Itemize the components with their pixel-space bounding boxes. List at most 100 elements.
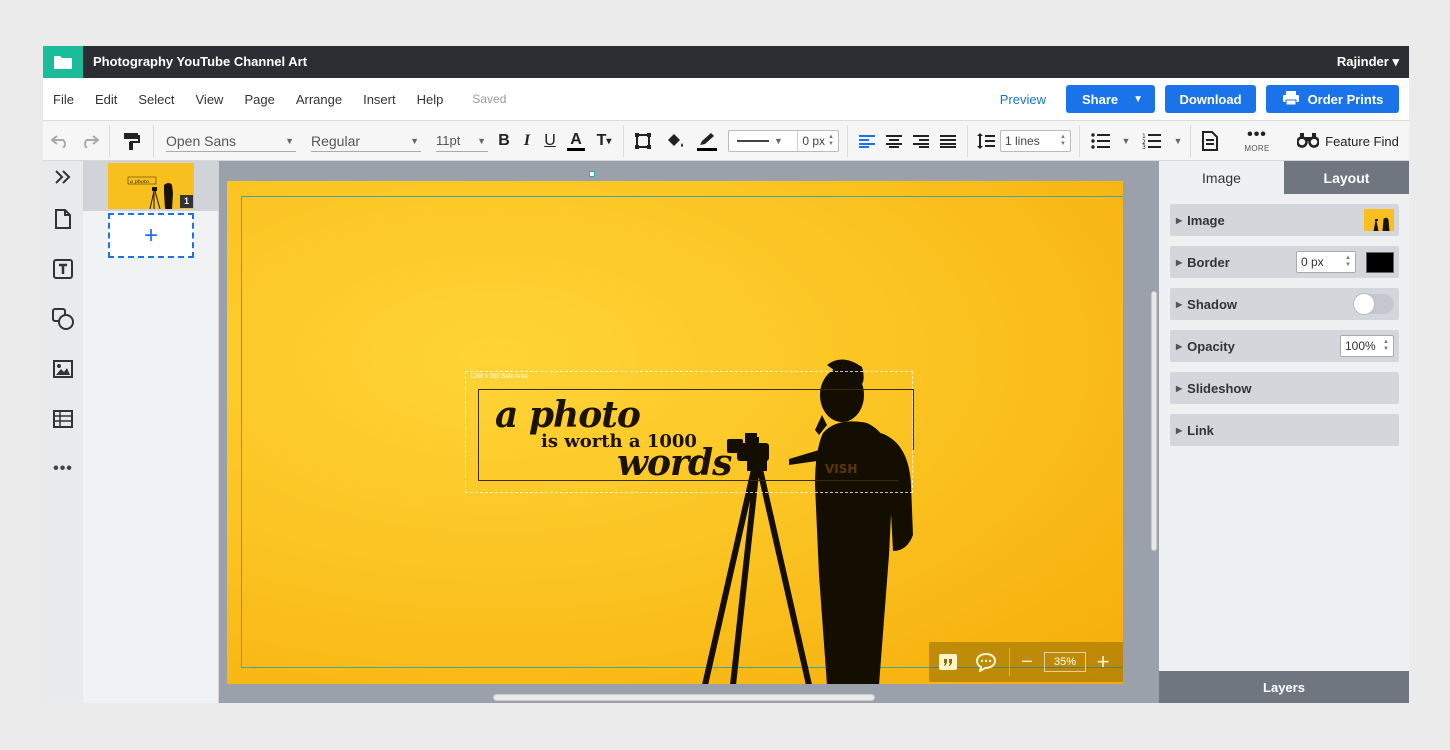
opacity-field-value: 100% bbox=[1345, 339, 1376, 353]
slideshow-section-label: Slideshow bbox=[1187, 380, 1252, 396]
border-width-field[interactable]: 0 px ▲ ▼ bbox=[1296, 251, 1356, 273]
border-width-input[interactable]: 0 px ▲ ▼ bbox=[797, 131, 838, 151]
feature-find-button[interactable]: Feature Find bbox=[1295, 121, 1401, 161]
image-thumbnail[interactable] bbox=[1364, 209, 1394, 231]
bullet-list-icon[interactable] bbox=[1089, 121, 1113, 161]
stepper-icon[interactable]: ▲ ▼ bbox=[1383, 339, 1389, 353]
border-section[interactable]: ▶ Border 0 px ▲ ▼ bbox=[1170, 246, 1399, 278]
save-status: Saved bbox=[472, 92, 507, 106]
table-icon[interactable] bbox=[51, 407, 75, 431]
stepper-icon[interactable]: ▲ ▼ bbox=[1345, 255, 1351, 269]
chevron-down-icon: ▼ bbox=[477, 135, 486, 146]
numbered-list-icon[interactable]: 123 bbox=[1140, 121, 1164, 161]
add-page-button[interactable]: + bbox=[108, 213, 194, 258]
underline-icon[interactable]: U bbox=[541, 121, 559, 161]
stepper-icon[interactable]: ▲ ▼ bbox=[1060, 134, 1066, 148]
text-color-label: A bbox=[570, 130, 582, 148]
image-section[interactable]: ▶ Image bbox=[1170, 204, 1399, 236]
vertical-scrollbar[interactable] bbox=[1151, 291, 1157, 551]
opacity-field[interactable]: 100% ▲ ▼ bbox=[1340, 335, 1394, 357]
stroke-color-icon[interactable] bbox=[694, 121, 720, 161]
align-left-icon[interactable] bbox=[856, 121, 878, 161]
menu-page[interactable]: Page bbox=[244, 92, 274, 107]
tab-image[interactable]: Image bbox=[1159, 161, 1284, 194]
horizontal-scrollbar[interactable] bbox=[493, 694, 875, 701]
share-button[interactable]: Share ▼ bbox=[1066, 85, 1155, 113]
quote-icon[interactable] bbox=[929, 642, 967, 682]
shapes-icon[interactable] bbox=[51, 307, 75, 331]
align-center-icon[interactable] bbox=[883, 121, 905, 161]
comment-icon[interactable] bbox=[967, 642, 1005, 682]
folder-icon[interactable] bbox=[43, 46, 83, 78]
fill-color-icon[interactable] bbox=[662, 121, 688, 161]
font-size-select[interactable]: 11pt ▼ bbox=[436, 130, 488, 152]
page-icon[interactable] bbox=[51, 207, 75, 231]
chevron-right-icon: ▶ bbox=[1176, 299, 1183, 309]
more-icon[interactable]: ••• bbox=[51, 457, 75, 481]
image-section-label: Image bbox=[1187, 212, 1225, 228]
font-weight-select[interactable]: Regular ▼ bbox=[311, 130, 421, 152]
shadow-section-label: Shadow bbox=[1187, 296, 1237, 312]
line-spacing-input[interactable]: 1 lines ▲ ▼ bbox=[1000, 130, 1071, 152]
redo-icon[interactable] bbox=[79, 121, 101, 161]
shadow-toggle[interactable] bbox=[1353, 293, 1394, 315]
image-icon[interactable] bbox=[51, 357, 75, 381]
border-style-control[interactable]: ▼ 0 px ▲ ▼ bbox=[728, 130, 839, 152]
chevron-right-icon: ▶ bbox=[1176, 383, 1183, 393]
chevron-down-icon[interactable]: ▼ bbox=[1172, 121, 1184, 161]
menu-edit[interactable]: Edit bbox=[95, 92, 117, 107]
menu-help[interactable]: Help bbox=[417, 92, 444, 107]
headline-text-frame[interactable]: a photo is worth a 1000 words bbox=[478, 389, 914, 484]
resize-handle[interactable] bbox=[589, 171, 595, 177]
user-menu[interactable]: Rajinder ▾ bbox=[1337, 46, 1399, 78]
document-title[interactable]: Photography YouTube Channel Art bbox=[93, 46, 307, 78]
border-color-swatch[interactable] bbox=[1366, 251, 1394, 273]
text-icon[interactable] bbox=[51, 257, 75, 281]
align-right-icon[interactable] bbox=[910, 121, 932, 161]
slideshow-section[interactable]: ▶ Slideshow bbox=[1170, 372, 1399, 404]
preview-link[interactable]: Preview bbox=[1000, 92, 1046, 107]
menu-file[interactable]: File bbox=[53, 92, 74, 107]
opacity-section-label: Opacity bbox=[1187, 338, 1235, 354]
chevron-down-icon[interactable]: ▼ bbox=[1120, 121, 1132, 161]
more-icon[interactable]: ••• MORE bbox=[1239, 121, 1275, 161]
zoom-level[interactable]: 35% bbox=[1044, 652, 1086, 672]
menu-view[interactable]: View bbox=[196, 92, 224, 107]
artboard[interactable]: VISH 1280 x 350 Safe Area a photo is wor… bbox=[227, 181, 1123, 684]
pages-panel: a photo 1 + bbox=[83, 161, 219, 703]
order-prints-button[interactable]: Order Prints bbox=[1266, 85, 1399, 113]
text-style-icon[interactable]: T ▾ bbox=[593, 121, 615, 161]
menu-select[interactable]: Select bbox=[138, 92, 174, 107]
border-width-field-value: 0 px bbox=[1301, 255, 1324, 269]
border-section-label: Border bbox=[1187, 254, 1230, 270]
format-painter-icon[interactable] bbox=[119, 121, 145, 161]
page-thumbnail-row[interactable]: a photo 1 bbox=[83, 161, 219, 211]
undo-icon[interactable] bbox=[49, 121, 71, 161]
zoom-in-icon[interactable]: + bbox=[1090, 642, 1116, 682]
headline-line-3: words bbox=[617, 442, 732, 484]
line-style-select[interactable]: ▼ bbox=[729, 136, 783, 146]
italic-icon[interactable]: I bbox=[518, 121, 536, 161]
link-section[interactable]: ▶ Link bbox=[1170, 414, 1399, 446]
layers-button[interactable]: Layers bbox=[1159, 671, 1409, 703]
tab-layout[interactable]: Layout bbox=[1284, 161, 1409, 194]
font-family-select[interactable]: Open Sans ▼ bbox=[166, 130, 296, 152]
shadow-section[interactable]: ▶ Shadow bbox=[1170, 288, 1399, 320]
page-thumbnail[interactable]: a photo 1 bbox=[108, 163, 194, 209]
bold-icon[interactable]: B bbox=[495, 121, 513, 161]
chevron-down-icon: ▾ bbox=[1392, 54, 1399, 69]
page-icon[interactable] bbox=[1198, 121, 1222, 161]
stepper-icon[interactable]: ▲ ▼ bbox=[828, 134, 834, 148]
border-icon[interactable] bbox=[631, 121, 655, 161]
menu-arrange[interactable]: Arrange bbox=[296, 92, 342, 107]
download-button[interactable]: Download bbox=[1165, 85, 1256, 113]
opacity-section[interactable]: ▶ Opacity 100% ▲ ▼ bbox=[1170, 330, 1399, 362]
menu-insert[interactable]: Insert bbox=[363, 92, 396, 107]
justify-icon[interactable] bbox=[937, 121, 959, 161]
expand-icon[interactable] bbox=[51, 165, 75, 189]
zoom-out-icon[interactable]: − bbox=[1014, 642, 1040, 682]
safe-area-frame[interactable]: 1280 x 350 Safe Area a photo is worth a … bbox=[465, 371, 914, 493]
text-color-icon[interactable]: A bbox=[565, 121, 587, 161]
chevron-down-icon: ▼ bbox=[410, 135, 419, 146]
chevron-down-icon: ▼ bbox=[285, 135, 294, 146]
